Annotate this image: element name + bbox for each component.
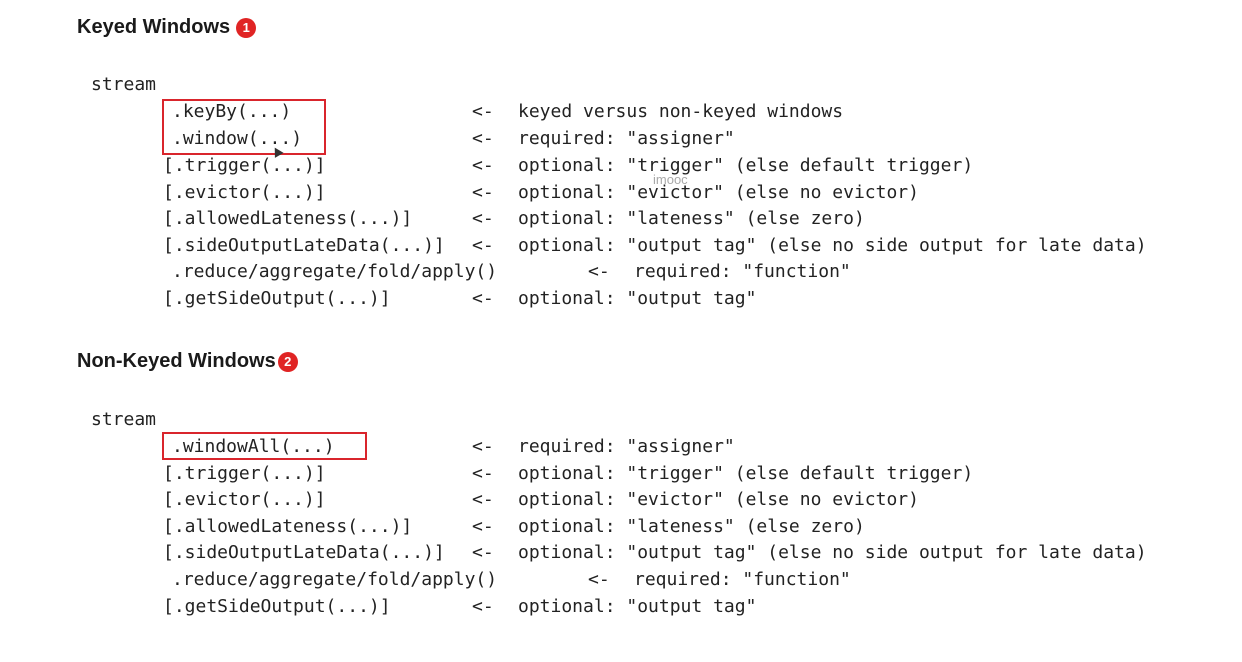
nonkeyed-arrow-evictor: <- bbox=[472, 489, 494, 510]
keyed-desc-trigger: optional: "trigger" (else default trigge… bbox=[518, 155, 974, 176]
keyed-arrow-window: <- bbox=[472, 128, 494, 149]
keyed-windows-title: Keyed Windows bbox=[77, 16, 231, 38]
nonkeyed-arrow-side-output-late-data: <- bbox=[472, 542, 494, 563]
keyed-call-get-side-output: [.getSideOutput(...)] bbox=[163, 288, 391, 309]
nonkeyed-desc-evictor: optional: "evictor" (else no evictor) bbox=[518, 489, 919, 510]
nonkeyed-call-get-side-output: [.getSideOutput(...)] bbox=[163, 596, 391, 617]
nonkeyed-desc-window-all: required: "assigner" bbox=[518, 436, 735, 457]
keyed-windows-heading: Keyed Windows 1 bbox=[77, 16, 257, 39]
keyed-call-allowed-lateness: [.allowedLateness(...)] bbox=[163, 208, 413, 229]
nonkeyed-arrow-trigger: <- bbox=[472, 463, 494, 484]
nonkeyed-desc-allowed-lateness: optional: "lateness" (else zero) bbox=[518, 516, 865, 537]
keyed-arrow-allowed-lateness: <- bbox=[472, 208, 494, 229]
keyed-desc-allowed-lateness: optional: "lateness" (else zero) bbox=[518, 208, 865, 229]
nonkeyed-desc-trigger: optional: "trigger" (else default trigge… bbox=[518, 463, 974, 484]
keyed-arrow-keyby: <- bbox=[472, 101, 494, 122]
keyed-call-trigger: [.trigger(...)] bbox=[163, 155, 326, 176]
keyed-highlight-box bbox=[162, 99, 326, 155]
nonkeyed-stream-label: stream bbox=[91, 409, 157, 430]
keyed-desc-side-output-late-data: optional: "output tag" (else no side out… bbox=[518, 235, 1147, 256]
nonkeyed-arrow-window-all: <- bbox=[472, 436, 494, 457]
keyed-desc-window: required: "assigner" bbox=[518, 128, 735, 149]
nonkeyed-arrow-reduce: <- bbox=[588, 569, 610, 590]
keyed-arrow-evictor: <- bbox=[472, 182, 494, 203]
keyed-desc-reduce: required: "function" bbox=[634, 261, 851, 282]
keyed-arrow-side-output-late-data: <- bbox=[472, 235, 494, 256]
keyed-call-side-output-late-data: [.sideOutputLateData(...)] bbox=[163, 235, 445, 256]
keyed-desc-get-side-output: optional: "output tag" bbox=[518, 288, 757, 309]
keyed-call-evictor: [.evictor(...)] bbox=[163, 182, 326, 203]
nonkeyed-call-trigger: [.trigger(...)] bbox=[163, 463, 326, 484]
keyed-arrow-get-side-output: <- bbox=[472, 288, 494, 309]
nonkeyed-call-evictor: [.evictor(...)] bbox=[163, 489, 326, 510]
keyed-arrow-reduce: <- bbox=[588, 261, 610, 282]
keyed-stream-label: stream bbox=[91, 74, 157, 95]
nonkeyed-desc-reduce: required: "function" bbox=[634, 569, 851, 590]
nonkeyed-desc-get-side-output: optional: "output tag" bbox=[518, 596, 757, 617]
imooc-watermark: imooc bbox=[653, 172, 688, 187]
number-badge-1: 1 bbox=[236, 17, 257, 38]
number-badge-2: 2 bbox=[277, 351, 298, 372]
nonkeyed-call-side-output-late-data: [.sideOutputLateData(...)] bbox=[163, 542, 445, 563]
keyed-call-reduce: .reduce/aggregate/fold/apply() bbox=[172, 261, 498, 282]
nonkeyed-call-reduce: .reduce/aggregate/fold/apply() bbox=[172, 569, 498, 590]
nonkeyed-arrow-get-side-output: <- bbox=[472, 596, 494, 617]
keyed-arrow-trigger: <- bbox=[472, 155, 494, 176]
nonkeyed-windows-title: Non-Keyed Windows bbox=[77, 350, 276, 372]
nonkeyed-call-allowed-lateness: [.allowedLateness(...)] bbox=[163, 516, 413, 537]
nonkeyed-highlight-box bbox=[162, 432, 367, 460]
keyed-desc-keyby: keyed versus non-keyed windows bbox=[518, 101, 844, 122]
nonkeyed-desc-side-output-late-data: optional: "output tag" (else no side out… bbox=[518, 542, 1147, 563]
nonkeyed-windows-heading: Non-Keyed Windows 2 bbox=[77, 350, 298, 373]
keyed-desc-evictor: optional: "evictor" (else no evictor) bbox=[518, 182, 919, 203]
nonkeyed-arrow-allowed-lateness: <- bbox=[472, 516, 494, 537]
